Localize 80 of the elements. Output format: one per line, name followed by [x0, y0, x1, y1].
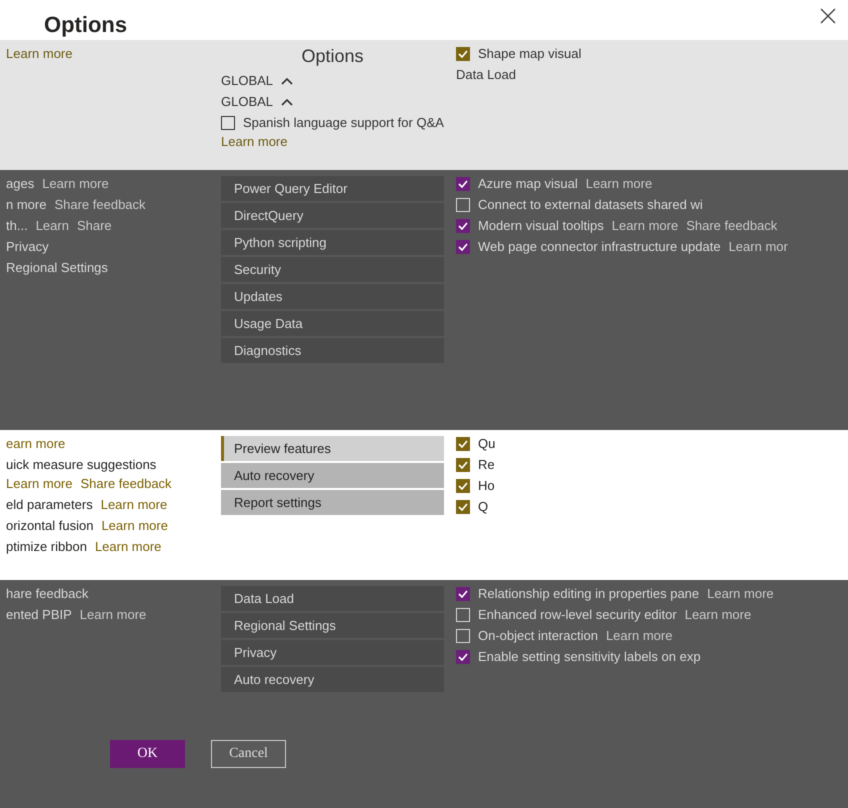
nav-item[interactable]: DirectQuery [221, 203, 444, 228]
option-link[interactable]: Learn more [221, 134, 288, 149]
nav-item[interactable]: Power Query Editor [221, 176, 444, 201]
checkbox-label: Ho [478, 478, 495, 493]
nav-item[interactable]: Security [221, 257, 444, 282]
scope-label: GLOBAL [221, 73, 274, 88]
nav-item[interactable]: Updates [221, 284, 444, 309]
checkbox-label: Q [478, 499, 488, 514]
dialog-heading: Options [301, 46, 364, 67]
caret-icon[interactable] [281, 76, 294, 84]
option-text: hare feedback [6, 586, 88, 601]
cancel-button[interactable]: Cancel [211, 740, 286, 768]
option-link[interactable]: Share feedback [54, 197, 146, 212]
option-text: Regional Settings [6, 260, 108, 275]
ok-button[interactable]: OK [110, 740, 185, 768]
dialog-title: Options [44, 12, 128, 38]
option-text: ptimize ribbon [6, 539, 87, 554]
nav-item[interactable]: Data Load [221, 586, 444, 611]
checkbox-label: Modern visual tooltips [478, 218, 604, 233]
option-link[interactable]: Learn more [6, 46, 209, 61]
checkbox[interactable] [456, 436, 470, 450]
option-link[interactable]: Share [76, 218, 112, 233]
nav-item[interactable]: Preview features [221, 436, 444, 461]
checkbox[interactable] [456, 218, 470, 232]
checkbox-label: Shape map visual [478, 46, 582, 61]
option-link[interactable]: Learn [36, 218, 69, 233]
option-link[interactable]: Learn more [6, 476, 72, 491]
checkbox-label: Re [478, 457, 495, 472]
checkbox[interactable] [456, 240, 470, 254]
option-text: th... [6, 218, 28, 233]
option-link[interactable]: Learn more [94, 539, 162, 554]
nav-item[interactable]: Diagnostics [221, 338, 444, 363]
checkbox[interactable] [456, 458, 470, 472]
option-link[interactable]: Learn more [606, 628, 672, 643]
checkbox[interactable] [456, 176, 470, 190]
checkbox-label: Enhanced row-level security editor [478, 607, 677, 622]
option-link[interactable]: Learn more [707, 586, 774, 601]
checkbox[interactable] [456, 478, 470, 492]
nav-item[interactable]: Report settings [221, 490, 444, 515]
checkbox-label: Azure map visual [478, 176, 578, 191]
option-link[interactable]: Share feedback [686, 218, 778, 233]
option-text: n more [6, 197, 46, 212]
checkbox[interactable] [456, 500, 470, 514]
checkbox-label: Web page connector infrastructure update [478, 239, 721, 254]
option-text: eld parameters [6, 497, 93, 512]
checkbox-label: Enable setting sensitivity labels on exp [478, 649, 701, 664]
option-link[interactable]: Learn more [101, 518, 168, 533]
option-text: orizontal fusion [6, 518, 94, 533]
option-link[interactable]: Learn more [586, 176, 652, 191]
close-icon[interactable] [820, 8, 836, 24]
caret-icon[interactable] [281, 98, 294, 106]
option-text: Privacy [6, 239, 49, 254]
nav-item[interactable]: Auto recovery [221, 463, 444, 488]
checkbox-label: Relationship editing in properties pane [478, 586, 700, 601]
checkbox[interactable] [456, 46, 470, 60]
option-text: Data Load [456, 67, 516, 82]
scope-label: GLOBAL [221, 94, 274, 109]
option-link[interactable]: Learn more [100, 497, 168, 512]
option-link[interactable]: earn more [6, 436, 209, 451]
nav-item[interactable]: Privacy [221, 640, 444, 665]
checkbox[interactable] [456, 586, 470, 600]
option-text: ages [6, 176, 34, 191]
checkbox[interactable] [221, 116, 235, 130]
option-link[interactable]: Learn more [684, 607, 752, 622]
nav-item[interactable]: Auto recovery [221, 667, 444, 692]
option-link[interactable]: Learn more [42, 176, 109, 191]
checkbox-label: Qu [478, 436, 496, 451]
option-link[interactable]: Share feedback [80, 476, 172, 491]
checkbox-label: Connect to external datasets shared wi [478, 197, 703, 212]
option-link[interactable]: Learn more [80, 607, 146, 622]
checkbox[interactable] [456, 650, 470, 664]
nav-item[interactable]: Usage Data [221, 311, 444, 336]
checkbox-label: Spanish language support for Q&A [243, 115, 444, 130]
option-link[interactable]: Learn mor [728, 239, 788, 254]
nav-item[interactable]: Regional Settings [221, 613, 444, 638]
option-text: ented PBIP [6, 607, 72, 622]
checkbox-label: On-object interaction [478, 628, 598, 643]
option-text: uick measure suggestions [6, 457, 156, 472]
nav-item[interactable]: Python scripting [221, 230, 444, 255]
option-link[interactable]: Learn more [612, 218, 678, 233]
